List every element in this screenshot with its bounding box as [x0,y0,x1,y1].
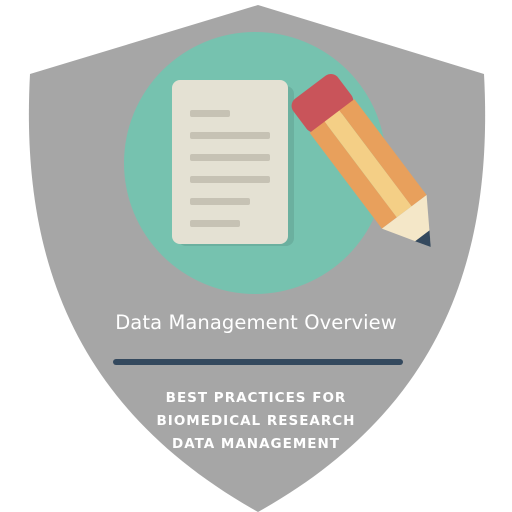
divider [113,359,403,365]
badge-title: Data Management Overview [115,311,397,334]
badge: Data Management Overview BEST PRACTICES … [0,0,512,512]
subtitle-line: BEST PRACTICES FOR [165,390,347,406]
subtitle-line: DATA MANAGEMENT [171,436,340,452]
subtitle-line: BIOMEDICAL RESEARCH [156,413,356,429]
badge-subtitle: BEST PRACTICES FOR BIOMEDICAL RESEARCH D… [0,387,512,456]
